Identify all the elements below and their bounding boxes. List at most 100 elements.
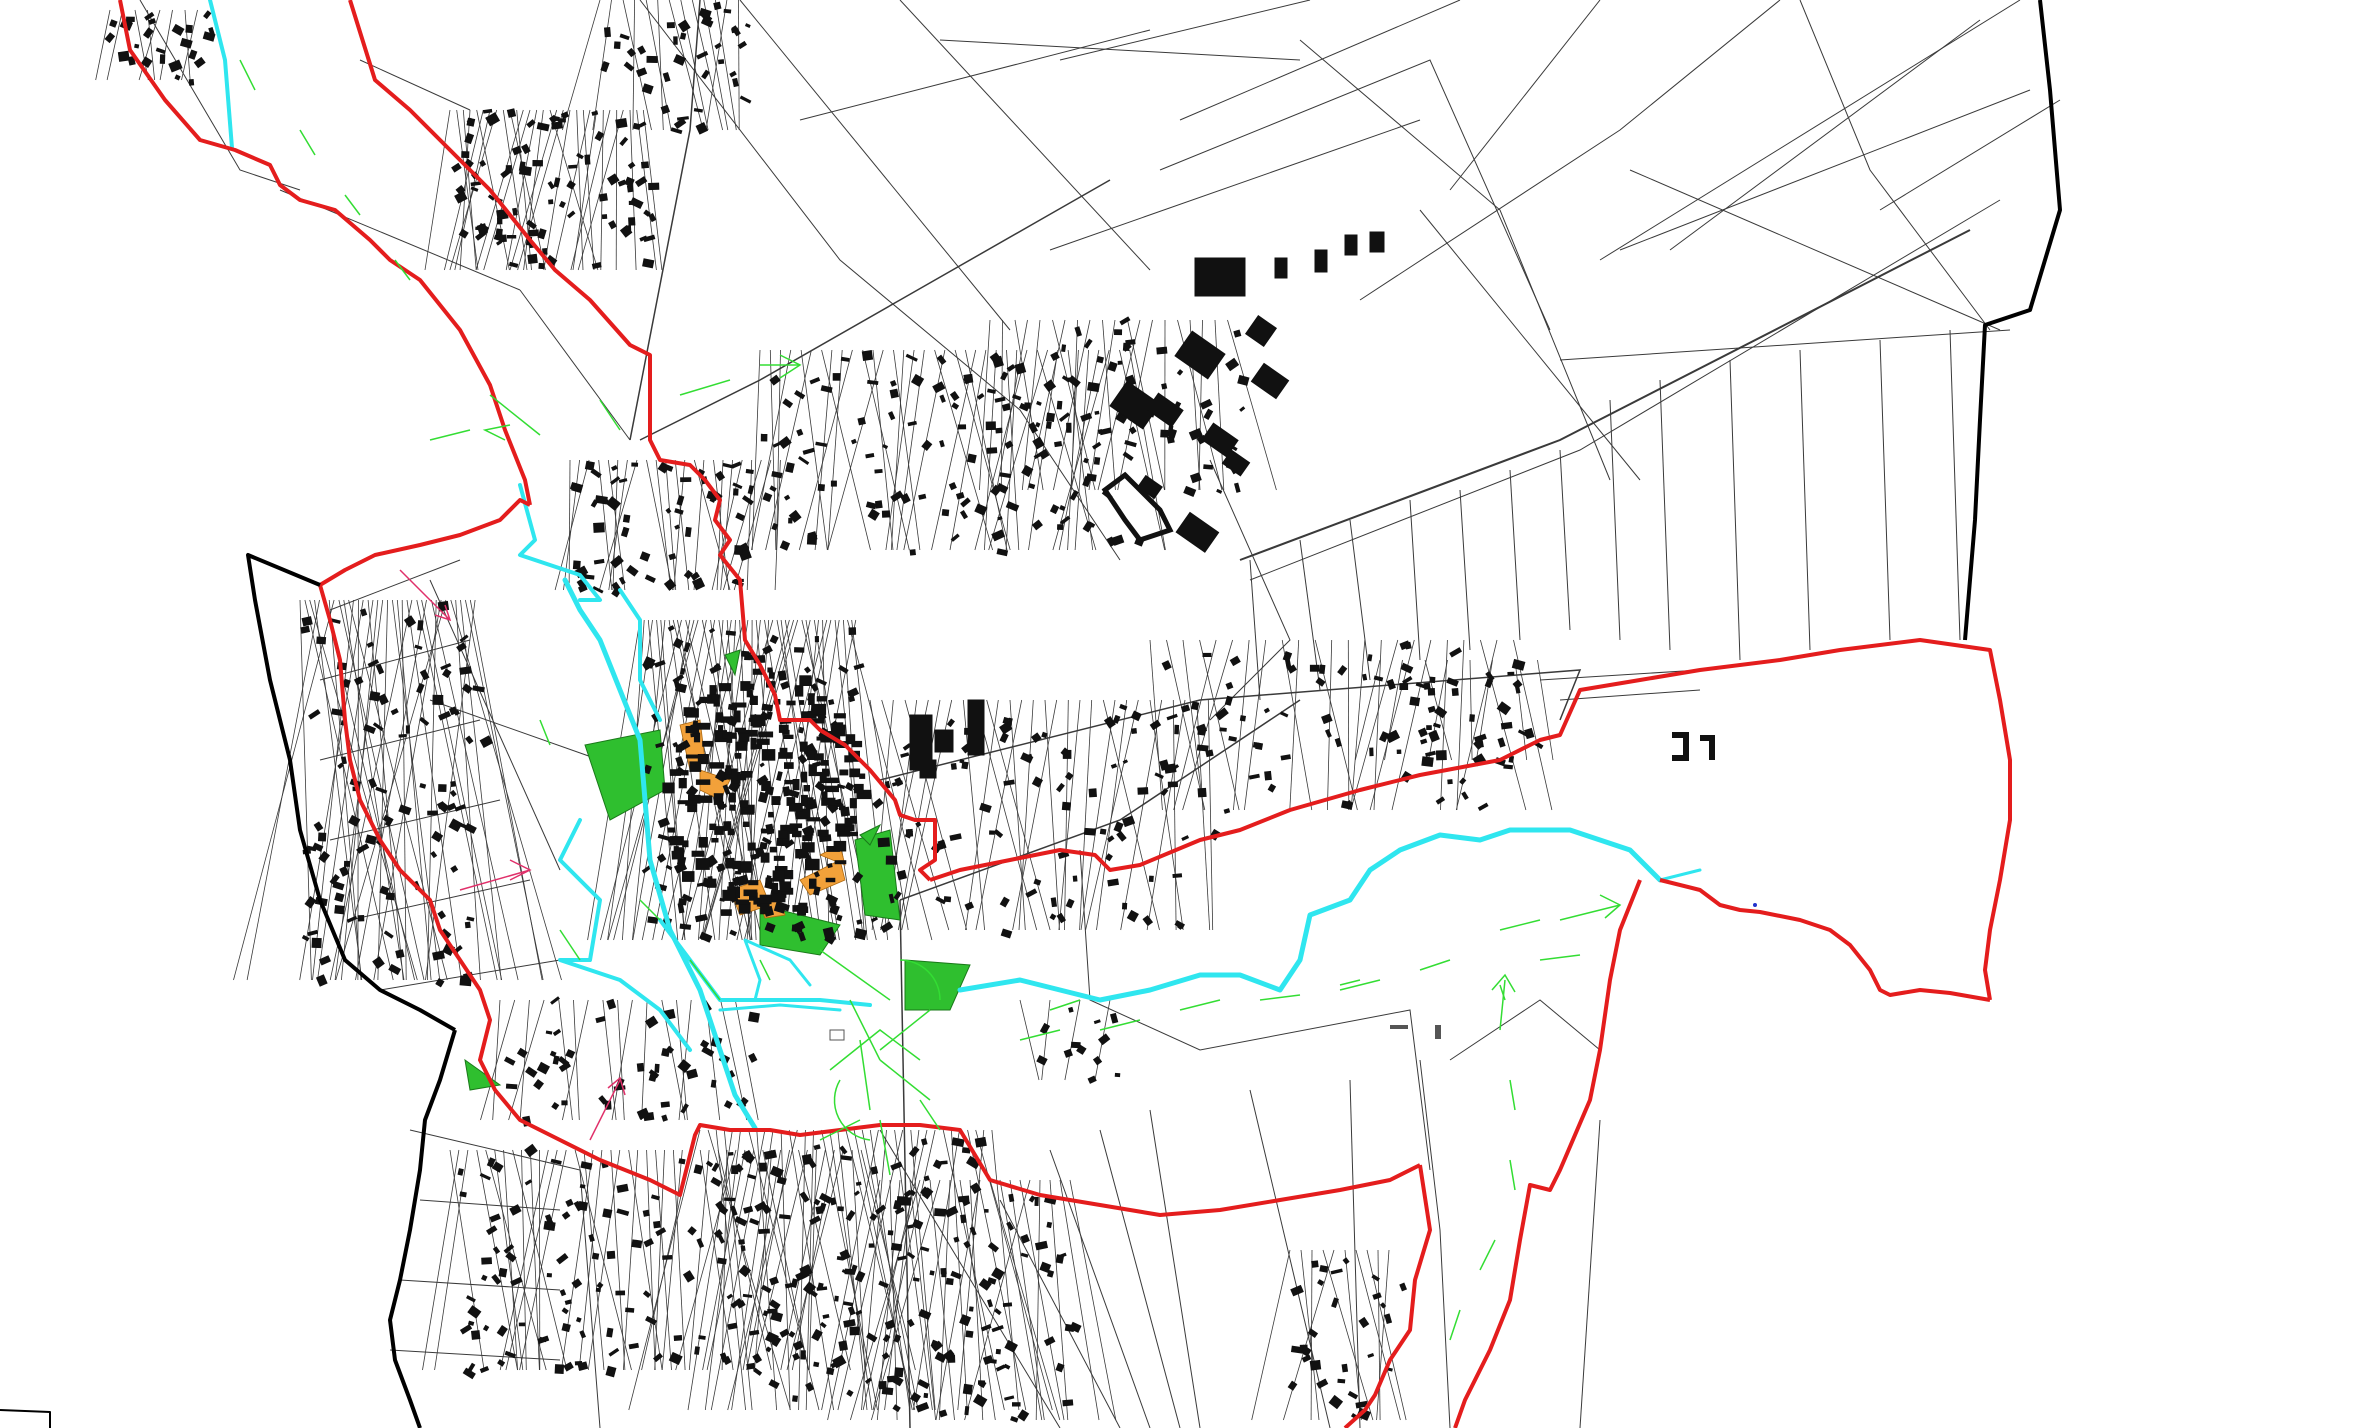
building [1045,421,1052,430]
building [779,747,788,759]
annotation-mark [1390,1025,1408,1029]
building [584,154,591,165]
building [613,41,621,50]
building [1341,1363,1349,1373]
building [725,765,732,775]
building [783,734,794,739]
building [464,921,471,929]
building [1160,429,1169,438]
building [806,817,821,822]
building [808,693,815,705]
building [673,1335,683,1342]
building [941,509,950,517]
building [615,118,628,129]
building [792,779,800,791]
building [561,1100,568,1106]
building [788,517,793,524]
building [680,477,692,483]
building [343,860,351,867]
building [735,899,750,905]
building [432,694,444,705]
building [885,855,898,865]
building [682,840,689,848]
building [814,718,825,724]
building [777,670,787,681]
building [691,850,705,857]
building [849,1326,860,1336]
building [985,421,996,431]
building [1113,329,1123,336]
cadastral-map[interactable] [0,0,2362,1428]
building [734,545,744,556]
building [678,778,687,789]
building [934,729,954,753]
building [1056,400,1063,410]
building [960,1214,967,1224]
building [735,753,742,759]
building [438,784,447,792]
building [974,1136,987,1148]
building [733,488,739,496]
building [631,1239,643,1249]
building [1447,779,1453,785]
building [965,1330,974,1338]
building [817,483,825,492]
building [805,858,820,871]
building [1314,249,1328,273]
building [940,1160,948,1165]
building [606,1250,616,1260]
building [427,810,438,816]
building [809,878,817,889]
building [816,736,826,741]
building [1172,873,1183,879]
building [768,811,774,818]
building [1427,688,1436,696]
building [357,914,365,922]
building [761,828,775,834]
building [1219,727,1227,732]
building [792,905,798,912]
building [813,1361,820,1368]
building [977,1380,986,1386]
building [801,1153,813,1166]
building [398,733,407,738]
building [1423,682,1431,690]
building [1203,464,1214,470]
building [1337,1378,1346,1384]
building [962,1383,973,1395]
building [1202,652,1212,657]
building [767,1308,778,1314]
building [1164,763,1177,774]
building [771,882,779,894]
building [188,78,195,86]
building [761,780,771,791]
building [868,1243,875,1248]
building [995,1348,1001,1355]
building [886,1375,895,1383]
building [1344,234,1358,256]
building [835,823,845,832]
building [803,785,810,792]
map-canvas[interactable] [0,0,2362,1428]
building [890,1242,903,1252]
building [799,675,812,686]
building [784,762,794,769]
building [834,1295,839,1302]
building [844,755,854,763]
building [723,8,732,14]
building [894,1367,904,1378]
building [1421,756,1434,767]
building [1469,714,1475,722]
building [759,1162,767,1172]
point-mark [1753,903,1757,907]
building [1045,412,1056,423]
building [961,761,969,770]
building [848,627,857,636]
building [825,785,839,793]
building [615,1290,626,1296]
building [505,1083,518,1090]
building [1061,801,1072,811]
building [678,1158,686,1165]
building [1024,402,1031,409]
building [518,165,532,176]
